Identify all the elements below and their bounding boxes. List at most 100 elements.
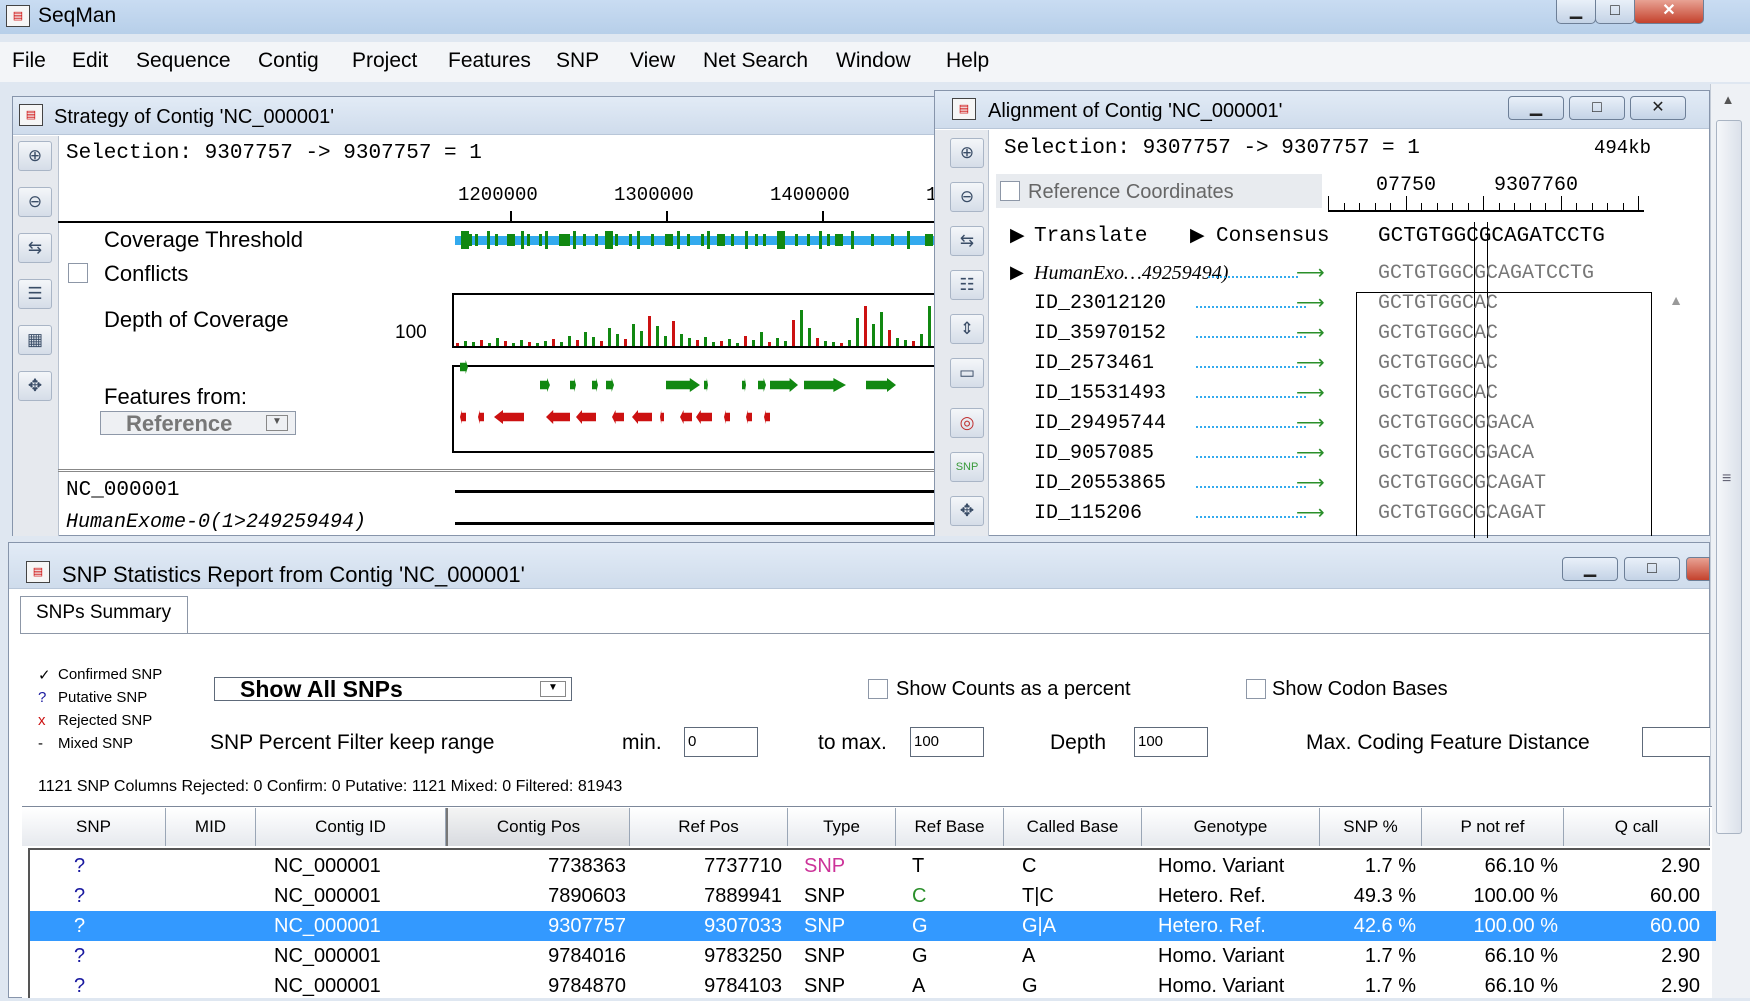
read-name[interactable]: ID_29495744 [1034,412,1166,435]
select-tool-icon[interactable]: ⇆ [950,226,984,256]
column-header-p-not-ref[interactable]: P not ref [1422,808,1564,846]
menu-item-features[interactable]: Features [448,49,531,73]
column-header-snp[interactable]: SNP [22,808,166,846]
min-input[interactable]: 0 [684,727,758,757]
read-name[interactable]: HumanExo…49259494) [1034,262,1228,285]
coverage-mark [461,231,469,249]
zoom-in-icon[interactable]: ⊕ [18,141,52,171]
chevron-down-icon[interactable]: ▼ [266,415,288,431]
show-codon-checkbox[interactable] [1246,679,1266,699]
maximize-icon[interactable]: □ [1569,96,1625,120]
feature-arrow-red [632,410,652,424]
align-reads-icon[interactable]: ☷ [950,270,984,300]
column-header-genotype[interactable]: Genotype [1142,808,1320,846]
expand-translate-icon[interactable]: ▶ [1010,224,1025,247]
menu-item-sequence[interactable]: Sequence [136,49,231,73]
scroll-up-icon[interactable]: ▲ [1664,292,1688,316]
crosshair-icon[interactable]: ✥ [18,371,52,401]
read-name[interactable]: ID_20553865 [1034,472,1166,495]
table-row[interactable]: ? NC_000001 7890603 7889941 SNP C T|C Hetero. R… [30,881,1716,911]
crosshair-icon[interactable]: ✥ [950,496,984,526]
menu-item-snp[interactable]: SNP [556,49,599,73]
column-header-contig-pos[interactable]: Contig Pos [446,808,630,846]
alignment-ruler-tick [1343,203,1345,210]
menu-item-window[interactable]: Window [836,49,911,73]
list-view-icon[interactable]: ☰ [18,279,52,309]
snp-tool-icon[interactable]: SNP [950,452,984,482]
menu-item-net-search[interactable]: Net Search [703,49,808,73]
table-row[interactable]: ? NC_000001 7738363 7737710 SNP T C Homo. Varia… [30,851,1716,881]
arrow-right-icon: ⟶ [1296,442,1325,464]
grid-view-icon[interactable]: ▦ [18,325,52,355]
read-name[interactable]: ID_15531493 [1034,382,1166,405]
table-row[interactable]: ? NC_000001 9784016 9783250 SNP G A Homo. Varia… [30,941,1716,971]
ruler-tick [666,211,668,221]
read-name[interactable]: ID_23012120 [1034,292,1166,315]
max-coding-input[interactable] [1642,727,1710,757]
column-header-contig-id[interactable]: Contig ID [256,808,446,846]
read-sequence: GCTGTGGCGGACA [1378,442,1535,465]
minimize-icon[interactable]: ▁ [1562,557,1618,581]
read-dots [1208,276,1298,278]
column-header-snp-[interactable]: SNP % [1320,808,1422,846]
read-name[interactable]: ID_115206 [1034,502,1142,525]
menu-item-contig[interactable]: Contig [258,49,319,73]
max-input[interactable]: 100 [910,727,984,757]
percent-filter-label: SNP Percent Filter keep range [210,731,495,754]
menu-item-file[interactable]: File [12,49,46,73]
zoom-out-icon[interactable]: ⊖ [950,182,984,212]
menu-item-edit[interactable]: Edit [72,49,108,73]
column-header-type[interactable]: Type [788,808,896,846]
reference-coordinates-checkbox[interactable] [1000,181,1020,201]
depth-bar [792,320,795,346]
feature-arrow-red [460,410,466,424]
alignment-ruler-tick [1607,203,1608,210]
column-header-ref-pos[interactable]: Ref Pos [630,808,788,846]
alignment-selection: Selection: 9307757 -> 9307757 = 1 [1004,137,1420,160]
scroll-up-icon[interactable]: ▲ [1716,92,1740,116]
maximize-icon[interactable]: □ [1624,557,1680,581]
depth-bar [664,336,667,346]
expand-consensus-icon[interactable]: ▶ [1190,224,1205,247]
depth-bar [544,341,547,346]
table-row[interactable]: ? NC_000001 9307757 9307033 SNP G G|A Hetero. R… [30,911,1716,941]
minimize-icon[interactable]: ▁ [1508,96,1564,120]
menu-item-view[interactable]: View [630,49,675,73]
close-icon[interactable]: ✕ [1634,0,1704,24]
read-name[interactable]: ID_35970152 [1034,322,1166,345]
column-header-ref-base[interactable]: Ref Base [896,808,1004,846]
read-name[interactable]: ID_2573461 [1034,352,1154,375]
menu-item-project[interactable]: Project [352,49,417,73]
minimize-icon[interactable]: ▁ [1556,0,1596,24]
app-title: SeqMan [38,4,117,27]
menu-item-help[interactable]: Help [946,49,989,73]
show-counts-checkbox[interactable] [868,679,888,699]
column-header-called-base[interactable]: Called Base [1004,808,1142,846]
cell-pct: 1.7 % [1364,855,1416,877]
close-icon[interactable]: ✕ [1630,96,1686,120]
alignment-ruler-tick [1560,196,1562,210]
close-icon[interactable] [1686,557,1710,581]
read-name[interactable]: ID_9057085 [1034,442,1154,465]
vertical-slider-icon[interactable]: ⇕ [950,314,984,344]
conflicts-checkbox[interactable] [68,263,88,283]
coverage-mark [745,231,748,249]
expand-read-icon[interactable]: ▶ [1010,262,1024,283]
depth-input[interactable]: 100 [1134,727,1208,757]
select-tool-icon[interactable]: ⇆ [18,233,52,263]
ruler-label: 1400000 [770,184,850,206]
maximize-icon[interactable]: □ [1595,0,1635,24]
zoom-out-icon[interactable]: ⊖ [18,187,52,217]
consensus-label[interactable]: Consensus [1216,225,1329,248]
translate-label[interactable]: Translate [1034,225,1147,248]
chevron-down-icon[interactable]: ▼ [540,681,566,697]
depth-bar [640,331,643,346]
target-icon[interactable]: ◎ [950,408,984,438]
toggle-icon[interactable]: ▭ [950,358,984,388]
table-row[interactable]: ? NC_000001 9784870 9784103 SNP A G Homo. Varia… [30,971,1716,1001]
zoom-in-icon[interactable]: ⊕ [950,138,984,168]
feature-arrow-red [764,410,770,424]
column-header-mid[interactable]: MID [166,808,256,846]
column-header-q-call[interactable]: Q call [1564,808,1710,846]
feature-arrow-red [478,410,484,424]
